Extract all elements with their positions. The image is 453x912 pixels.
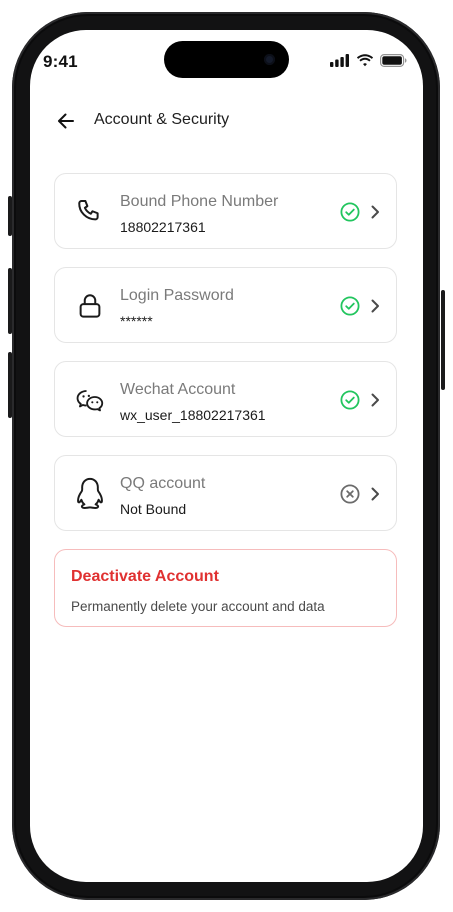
item-value: ****** — [120, 313, 153, 329]
power-button — [441, 290, 445, 390]
status-bar: 9:41 — [30, 30, 423, 84]
item-value: wx_user_18802217361 — [120, 407, 266, 423]
back-button[interactable] — [54, 109, 78, 133]
deactivate-account-button[interactable]: Deactivate Account Permanently delete yo… — [54, 549, 397, 627]
item-value: 18802217361 — [120, 219, 206, 235]
chevron-right-icon — [371, 205, 379, 219]
deactivate-subtitle: Permanently delete your account and data — [71, 599, 325, 614]
status-time: 9:41 — [43, 52, 78, 71]
volume-up-button — [8, 268, 12, 334]
lock-icon — [79, 294, 101, 318]
check-circle-icon — [340, 296, 360, 316]
battery-icon — [380, 54, 407, 67]
item-label: Wechat Account — [120, 381, 236, 398]
check-circle-icon — [340, 202, 360, 222]
wechat-icon — [76, 390, 104, 412]
camera-icon — [264, 54, 275, 65]
chevron-right-icon — [371, 393, 379, 407]
page-title: Account & Security — [94, 111, 230, 128]
item-label: Bound Phone Number — [120, 193, 279, 210]
deactivate-title: Deactivate Account — [71, 568, 219, 585]
dynamic-island — [164, 41, 289, 78]
volume-down-button — [8, 352, 12, 418]
list-item-wechat-account[interactable]: Wechat Account wx_user_18802217361 — [54, 361, 397, 437]
arrow-left-icon — [58, 113, 74, 129]
screen: 9:41 Account & Security Bound Phone Numb… — [30, 30, 423, 882]
status-icons — [330, 54, 407, 67]
item-label: Login Password — [120, 287, 234, 304]
list-item-login-password[interactable]: Login Password ****** — [54, 267, 397, 343]
chevron-right-icon — [371, 299, 379, 313]
wifi-icon — [356, 54, 374, 67]
qq-icon — [77, 477, 103, 509]
list-item-qq-account[interactable]: QQ account Not Bound — [54, 455, 397, 531]
nav-header: Account & Security — [30, 105, 423, 145]
check-circle-icon — [340, 390, 360, 410]
phone-icon — [78, 200, 99, 221]
item-label: QQ account — [120, 475, 206, 492]
x-circle-icon — [340, 484, 360, 504]
signal-icon — [330, 54, 349, 67]
action-button — [8, 196, 12, 236]
chevron-right-icon — [371, 487, 379, 501]
item-value: Not Bound — [120, 501, 187, 517]
list-item-bound-phone[interactable]: Bound Phone Number 18802217361 — [54, 173, 397, 249]
